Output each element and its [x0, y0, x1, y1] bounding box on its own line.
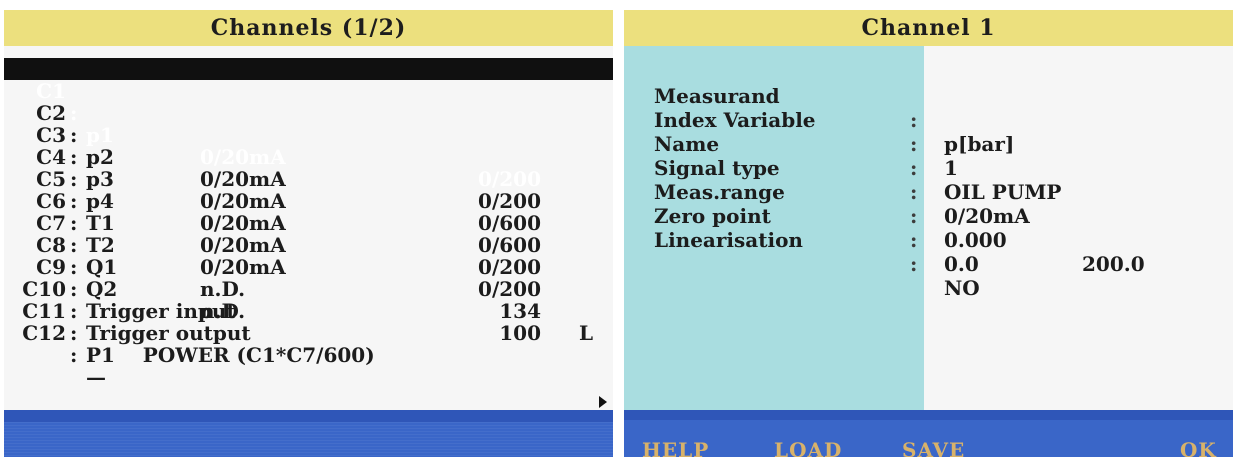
field-value[interactable]: 0.0: [944, 252, 979, 276]
field-value-2[interactable]: 200.0: [1082, 252, 1145, 276]
channel-row-c2[interactable]: C2 : p2 0/20mA 0/200: [4, 80, 613, 212]
field-value[interactable]: 0.000: [944, 228, 1007, 252]
field-zero-point[interactable]: Zero point : 0.0: [624, 180, 1233, 276]
field-label: Linearisation: [654, 228, 803, 252]
arrow-right-icon[interactable]: [599, 396, 607, 408]
channel-row-c10[interactable]: C10 : Trigger output: [4, 256, 613, 344]
channels-title: Channels (1/2): [4, 10, 613, 46]
channel-row-c11[interactable]: C11 : P1 POWER (C1*C7/600): [4, 278, 613, 366]
help-softkey[interactable]: HELP: [642, 438, 709, 457]
field-signal-type[interactable]: Signal type : 0/20mA: [624, 132, 1233, 228]
channel-description: P1 POWER (C1*C7/600): [86, 343, 375, 367]
field-linearisation[interactable]: Linearisation : NO: [624, 204, 1233, 300]
channel-row-c5[interactable]: C5 : T1 0/20mA 0/200: [4, 146, 613, 278]
channel-colon: :: [70, 321, 78, 345]
channel-row-c8[interactable]: C8 : Q2 n.D. 100: [4, 212, 613, 344]
field-name[interactable]: Name : OIL PUMP: [624, 108, 1233, 204]
channel-row-c4[interactable]: C4 : p4 0/20mA 0/600: [4, 124, 613, 256]
field-measurand[interactable]: Measurand : p[bar]: [624, 60, 1233, 156]
channels-list-screen: Channels (1/2) C1 : p1 0/20mA 0/200 C2 :…: [4, 10, 613, 457]
field-value[interactable]: NO: [944, 276, 980, 300]
channel-description: Trigger output: [86, 321, 251, 345]
ok-softkey[interactable]: OK: [1180, 438, 1217, 457]
field-index-variable[interactable]: Index Variable : 1: [624, 84, 1233, 180]
softkey-bar: HELP LOAD SAVE OK: [624, 410, 1233, 457]
bar-divider: [4, 410, 613, 422]
channel-row-c12[interactable]: C12 : —: [4, 300, 613, 388]
channel-detail-screen: Channel 1 Measurand : p[bar] Index Varia…: [624, 10, 1233, 457]
field-colon: :: [910, 228, 918, 252]
channel-row-c3[interactable]: C3 : p3 0/20mA 0/600: [4, 102, 613, 234]
channel-row-c1[interactable]: C1 : p1 0/20mA 0/200: [4, 58, 613, 190]
load-softkey[interactable]: LOAD: [774, 438, 842, 457]
save-softkey[interactable]: SAVE: [902, 438, 965, 457]
channel-colon: :: [70, 343, 78, 367]
bottom-softkey-bar: [4, 410, 613, 457]
bar-divider: [624, 410, 1233, 420]
channel-description: —: [86, 365, 106, 389]
channel-row-c7[interactable]: C7 : Q1 n.D. 134 L: [4, 190, 613, 344]
channel-title: Channel 1: [624, 10, 1233, 46]
channel-row-c6[interactable]: C6 : T2 0/20mA 0/200: [4, 168, 613, 300]
channel-range: 100: [499, 321, 541, 345]
channel-row-c9[interactable]: C9 : Trigger input: [4, 234, 613, 322]
channel-id: C12: [22, 321, 66, 345]
field-colon: :: [910, 252, 918, 276]
channel-flag: L: [579, 321, 594, 345]
field-meas-range[interactable]: Meas.range : 0.000 200.0: [624, 156, 1233, 276]
